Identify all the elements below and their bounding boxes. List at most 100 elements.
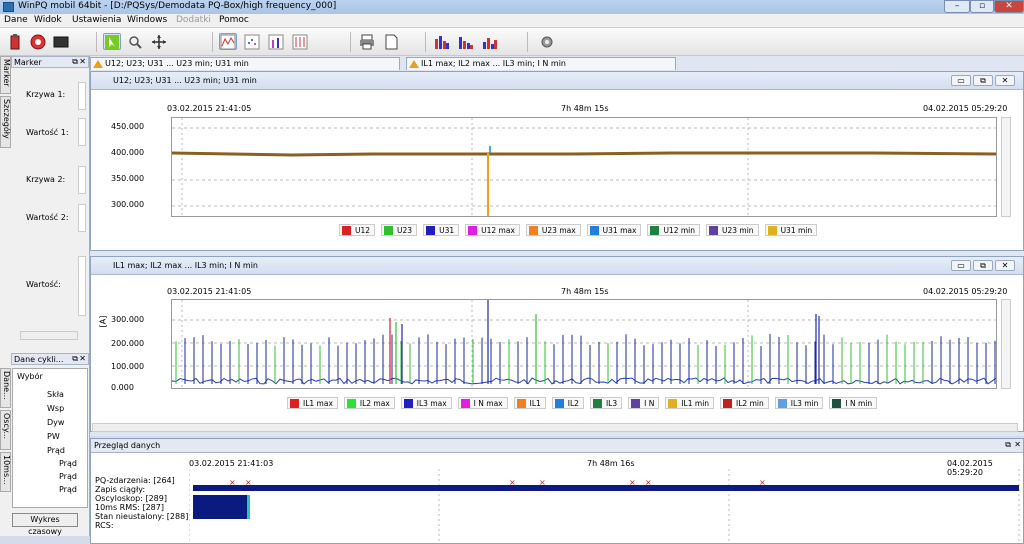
vtab-details[interactable]: Szczegóły <box>0 96 11 148</box>
maximize-button[interactable]: ▫ <box>970 0 994 13</box>
y-tick: 200.000 <box>111 339 145 348</box>
tab-current[interactable]: IL1 max; IL2 max ... IL3 min; I N min <box>406 57 676 70</box>
undock-icon[interactable]: ⧉ <box>72 354 78 364</box>
minimize-button[interactable]: – <box>944 0 970 13</box>
legend-item[interactable]: IL1 max <box>287 397 338 409</box>
legend-item[interactable]: IL3 <box>589 397 623 409</box>
legend-item[interactable]: U12 min <box>647 224 700 236</box>
legend-item[interactable]: U31 min <box>764 224 818 236</box>
record-icon[interactable] <box>29 33 47 50</box>
statistics-icon[interactable] <box>481 33 499 50</box>
left-panel: Marker Szczegóły Marker ⧉ ✕ Krzywa 1: Wa… <box>0 56 90 536</box>
menu-dodatki[interactable]: Dodatki <box>176 15 211 25</box>
close-icon[interactable]: ✕ <box>995 260 1015 271</box>
legend-item[interactable]: IL1 <box>513 397 546 409</box>
legend-item[interactable]: U31 <box>423 224 460 236</box>
current-plot[interactable] <box>171 298 997 389</box>
current-vscroll[interactable] <box>1001 299 1011 389</box>
vtab-10ms[interactable]: 10ms... <box>0 452 11 492</box>
cycle-data-header: Dane cykli... ⧉ ✕ <box>11 353 89 365</box>
marker-scrollbar[interactable] <box>20 331 78 340</box>
value1-label: Wartość 1: <box>26 128 69 137</box>
chart2-end: 04.02.2015 05:29:20 <box>923 287 1008 296</box>
settings-gear-icon[interactable] <box>538 33 556 50</box>
vtab-oscilloscope[interactable]: Oscy... <box>0 410 11 450</box>
minimize-icon[interactable]: ▭ <box>951 260 971 271</box>
menu-dane[interactable]: Dane <box>4 15 28 25</box>
monitor-icon[interactable] <box>52 33 70 50</box>
overview-row: Stan nieustalony: [288] <box>95 512 189 521</box>
close-button[interactable]: ✕ <box>994 0 1024 13</box>
overview-timeline[interactable]: × × × × × × × <box>189 469 1021 543</box>
cursor-icon[interactable] <box>103 33 121 50</box>
horizontal-scrollbar[interactable] <box>92 423 1018 432</box>
overview-row: 10ms RMS: [287] <box>95 503 164 512</box>
voltage-plot[interactable] <box>171 117 997 217</box>
legend-item[interactable]: U12 <box>339 224 376 236</box>
overview-row: Oscyloskop: [289] <box>95 494 167 503</box>
overview-row: RCS: <box>95 521 114 530</box>
legend-item[interactable]: U31 max <box>586 224 642 236</box>
page-icon[interactable] <box>382 33 400 50</box>
vtab-data[interactable]: Dane... <box>0 368 11 408</box>
legend-item[interactable]: I N <box>628 397 660 409</box>
chart2-duration: 7h 48m 15s <box>561 287 609 296</box>
tree-item[interactable]: Prąd <box>59 472 77 481</box>
chart-line-icon[interactable] <box>219 33 237 50</box>
legend-item[interactable]: IL2 <box>551 397 584 409</box>
tree-item[interactable]: Prąd <box>59 459 77 468</box>
minimize-icon[interactable]: ▭ <box>951 75 971 86</box>
menu-pomoc[interactable]: Pomoc <box>219 15 249 25</box>
overview-start: 03.02.2015 21:41:03 <box>189 459 274 468</box>
toolbar <box>0 28 1024 56</box>
vtab-marker[interactable]: Marker <box>0 56 11 94</box>
move-icon[interactable] <box>150 33 168 50</box>
legend-item[interactable]: IL3 max <box>400 397 452 409</box>
tree-item[interactable]: Prąd <box>59 485 77 494</box>
undock-icon[interactable]: ⧉ <box>1005 440 1011 450</box>
zoom-icon[interactable] <box>126 33 144 50</box>
voltage-vscroll[interactable] <box>1001 117 1011 217</box>
selection-tree: Wybór Skła Wsp Dyw PW Prąd Prąd Prąd Prą… <box>12 368 88 508</box>
voltage-legend: U12 U23 U31 U12 max U23 max U31 max U12 … <box>339 224 818 236</box>
close-icon[interactable]: ✕ <box>995 75 1015 86</box>
curve2-field[interactable] <box>78 166 86 194</box>
legend-item[interactable]: I N max <box>457 397 508 409</box>
legend-item[interactable]: U23 min <box>706 224 759 236</box>
curve1-field[interactable] <box>78 82 86 110</box>
print-icon[interactable] <box>358 33 376 50</box>
legend-item[interactable]: I N min <box>829 397 878 409</box>
legend-item[interactable]: U12 max <box>465 224 520 236</box>
tree-item-current[interactable]: Prąd <box>47 446 65 455</box>
legend-item[interactable]: IL1 min <box>665 397 715 409</box>
legend-item[interactable]: IL2 max <box>343 397 395 409</box>
restore-icon[interactable]: ⧉ <box>973 75 993 86</box>
harmonics-icon[interactable] <box>457 33 475 50</box>
time-chart-button[interactable]: Wykres czasowy <box>12 513 78 536</box>
report-bars-icon[interactable] <box>433 33 451 50</box>
legend-item[interactable]: U23 <box>381 224 418 236</box>
undock-icon[interactable]: ⧉ <box>72 57 78 67</box>
restore-icon[interactable]: ⧉ <box>973 260 993 271</box>
value1-field[interactable] <box>78 118 86 146</box>
tree-item[interactable]: Dyw <box>47 418 64 427</box>
close-pane-icon[interactable]: ✕ <box>79 354 86 363</box>
chart-scatter-icon[interactable] <box>243 33 261 50</box>
value2-field[interactable] <box>78 204 86 232</box>
value-field[interactable] <box>78 256 86 316</box>
legend-item[interactable]: U23 max <box>525 224 581 236</box>
tree-item[interactable]: PW <box>47 432 60 441</box>
chart-table-icon[interactable] <box>291 33 309 50</box>
legend-item[interactable]: IL3 min <box>774 397 824 409</box>
menu-windows[interactable]: Windows <box>127 15 167 25</box>
close-pane-icon[interactable]: ✕ <box>1014 440 1021 449</box>
tree-item[interactable]: Skła <box>47 390 64 399</box>
tree-item[interactable]: Wsp <box>47 404 64 413</box>
menu-widok[interactable]: Widok <box>34 15 62 25</box>
chart-bar-icon[interactable] <box>267 33 285 50</box>
menu-ustawienia[interactable]: Ustawienia <box>72 15 121 25</box>
legend-item[interactable]: IL2 min <box>720 397 769 409</box>
tab-voltage[interactable]: U12; U23; U31 ... U23 min; U31 min <box>90 57 400 70</box>
close-pane-icon[interactable]: ✕ <box>79 57 86 66</box>
battery-icon[interactable] <box>6 33 24 50</box>
